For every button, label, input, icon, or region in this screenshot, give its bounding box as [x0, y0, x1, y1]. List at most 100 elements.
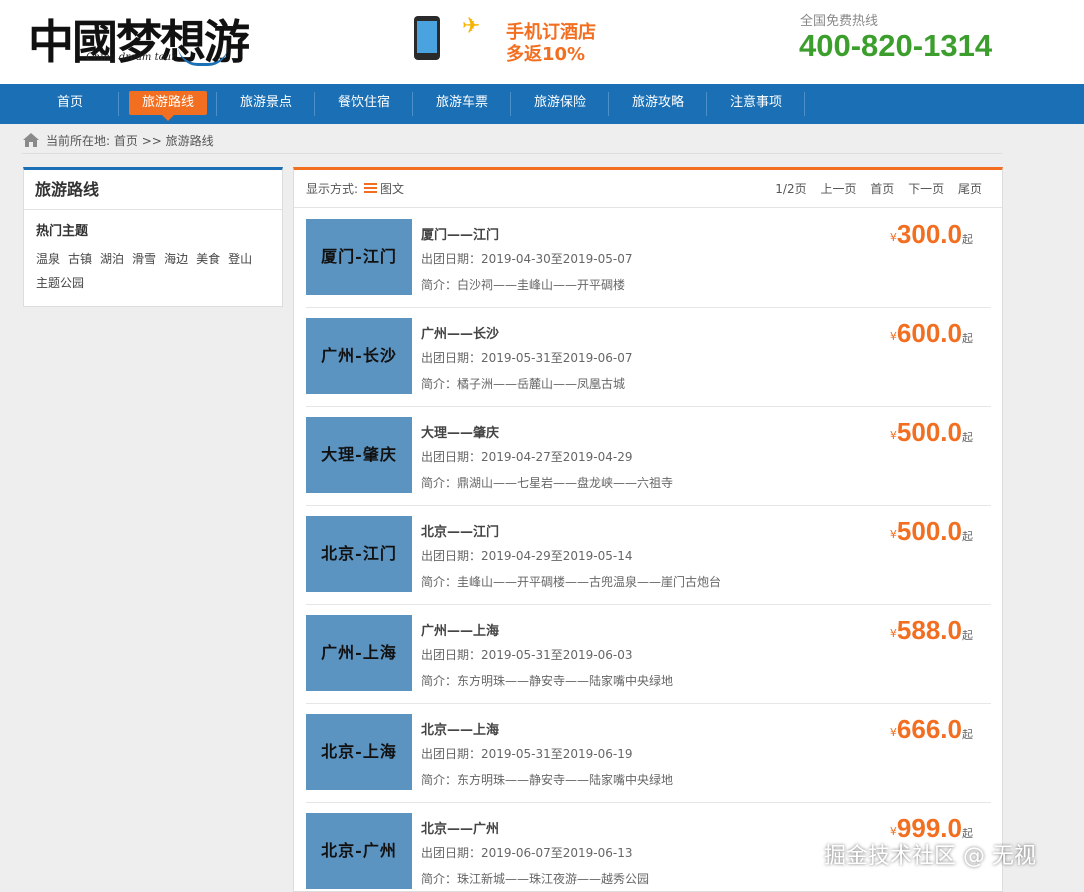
sidebar-title: 旅游路线 [24, 170, 282, 210]
route-intro: 简介：东方明珠——静安寺——陆家嘴中央绿地 [421, 674, 674, 688]
route-thumbnail[interactable]: 北京-上海 [306, 714, 412, 790]
route-departure-dates: 出团日期：2019-04-27至2019-04-29 [421, 450, 633, 464]
route-thumbnail[interactable]: 北京-广州 [306, 813, 412, 889]
logo-subtitle: China dream tour [86, 52, 176, 63]
route-intro: 简介：橘子洲——岳麓山——凤凰古城 [421, 377, 626, 391]
route-list-item[interactable]: 广州-长沙 广州——长沙出团日期：2019-05-31至2019-06-07 简介：… [306, 308, 991, 407]
route-price: ¥500.0起 [890, 516, 973, 547]
route-price: ¥500.0起 [890, 417, 973, 448]
currency-symbol: ¥ [889, 330, 897, 343]
nav-item-label: 旅游车票 [435, 95, 488, 110]
route-thumbnail[interactable]: 厦门-江门 [306, 219, 412, 295]
prev-page-link[interactable]: 上一页 [820, 182, 856, 196]
route-list-item[interactable]: 大理-肇庆 大理——肇庆出团日期：2019-04-27至2019-04-29 简介：… [306, 407, 991, 506]
nav-separator [804, 92, 805, 116]
route-thumbnail[interactable]: 广州-长沙 [306, 318, 412, 394]
paper-plane-icon: ✈ [462, 14, 481, 39]
route-title-link[interactable]: 北京——江门 [421, 521, 499, 540]
price-from-suffix: 起 [962, 332, 973, 345]
nav-item-4[interactable]: 旅游车票 [413, 84, 511, 124]
breadcrumb-home-link[interactable]: 首页 [114, 134, 138, 148]
theme-tag[interactable]: 古镇 [68, 247, 92, 271]
price-amount: 300.0 [896, 219, 962, 249]
route-title-link[interactable]: 北京——广州 [421, 818, 499, 837]
nav-item-label: 注意事项 [729, 95, 782, 110]
route-thumbnail[interactable]: 广州-上海 [306, 615, 412, 691]
route-intro: 简介：白沙祠——圭峰山——开平碉楼 [421, 278, 626, 292]
route-departure-dates: 出团日期：2019-05-31至2019-06-03 [421, 648, 633, 662]
route-departure-dates: 出团日期：2019-05-31至2019-06-07 [421, 351, 633, 365]
breadcrumb-current: 旅游路线 [165, 134, 214, 148]
nav-item-0[interactable]: 首页 [21, 84, 119, 124]
theme-tag[interactable]: 主题公园 [36, 271, 84, 295]
nav-item-5[interactable]: 旅游保险 [511, 84, 609, 124]
route-thumbnail[interactable]: 北京-江门 [306, 516, 412, 592]
hotline-label: 全国免费热线 [800, 14, 879, 29]
price-amount: 666.0 [896, 714, 962, 744]
currency-symbol: ¥ [889, 231, 897, 244]
route-departure-dates: 出团日期：2019-06-07至2019-06-13 [421, 846, 633, 860]
theme-tag[interactable]: 海边 [164, 247, 188, 271]
breadcrumb: 当前所在地: 首页 >> 旅游路线 [22, 128, 1002, 154]
nav-item-2[interactable]: 旅游景点 [217, 84, 315, 124]
price-from-suffix: 起 [962, 728, 973, 741]
route-list-item[interactable]: 北京-江门 北京——江门 出团日期：2019-04-29至2019-05-14 简介：… [306, 506, 991, 605]
route-thumbnail[interactable]: 大理-肇庆 [306, 417, 412, 493]
price-amount: 600.0 [896, 318, 962, 348]
route-title-link[interactable]: 广州——上海 [421, 620, 499, 639]
first-page-link[interactable]: 首页 [870, 182, 894, 196]
nav-item-label: 旅游景点 [239, 95, 292, 110]
theme-tag-list: 温泉 古镇 湖泊 滑雪 海边 美食 登山主题公园 [24, 239, 282, 295]
theme-tag[interactable]: 美食 [196, 247, 220, 271]
nav-item-6[interactable]: 旅游攻略 [609, 84, 707, 124]
nav-item-label: 餐饮住宿 [337, 95, 390, 110]
page-info: 1/2页 [775, 182, 807, 196]
currency-symbol: ¥ [889, 627, 897, 640]
site-header: 中國梦想游 China dream tour ✈ 手机订酒店 多返10% 全国免… [0, 0, 1084, 84]
route-list-item[interactable]: 厦门-江门 厦门——江门出团日期：2019-04-30至2019-05-07 简介：… [306, 209, 991, 308]
route-title-link[interactable]: 北京——上海 [421, 719, 499, 738]
site-logo[interactable]: 中國梦想游 China dream tour [28, 6, 250, 70]
currency-symbol: ¥ [889, 726, 897, 739]
theme-tag[interactable]: 登山 [228, 247, 252, 271]
route-list-item[interactable]: 广州-上海 广州——上海出团日期：2019-05-31至2019-06-03 简介：… [306, 605, 991, 704]
route-title-link[interactable]: 厦门——江门 [421, 224, 499, 243]
breadcrumb-prefix: 当前所在地: [46, 134, 111, 148]
next-page-link[interactable]: 下一页 [908, 182, 944, 196]
route-departure-dates: 出团日期：2019-05-31至2019-06-19 [421, 747, 633, 761]
price-from-suffix: 起 [962, 629, 973, 642]
currency-symbol: ¥ [889, 528, 897, 541]
nav-item-1[interactable]: 旅游路线 [119, 84, 217, 124]
main-nav: 首页 旅游路线 旅游景点 餐饮住宿 旅游车票 旅游保险 旅游攻略 注意事项 [0, 84, 1084, 124]
last-page-link[interactable]: 尾页 [958, 182, 982, 196]
nav-item-3[interactable]: 餐饮住宿 [315, 84, 413, 124]
route-title-link[interactable]: 大理——肇庆 [421, 422, 499, 441]
route-departure-dates: 出团日期：2019-04-30至2019-05-07 [421, 252, 633, 266]
list-view-icon[interactable] [364, 183, 378, 194]
pagination: 1/2页 上一页 首页 下一页 尾页 [765, 170, 982, 208]
promo-subline: 多返10% [506, 44, 586, 65]
route-title-link[interactable]: 广州——长沙 [421, 323, 499, 342]
route-price: ¥300.0起 [890, 219, 973, 250]
hotel-promo-banner[interactable]: ✈ 手机订酒店 多返10% [414, 14, 614, 68]
route-intro: 简介：东方明珠——静安寺——陆家嘴中央绿地 [421, 773, 674, 787]
hotline-number: 400-820-1314 [799, 28, 993, 63]
theme-tag[interactable]: 湖泊 [100, 247, 124, 271]
route-intro: 简介：鼎湖山——七星岩——盘龙峡——六祖寺 [421, 476, 674, 490]
list-toolbar: 显示方式: 图文 1/2页 上一页 首页 下一页 尾页 [294, 170, 1002, 208]
sidebar: 旅游路线 热门主题 温泉 古镇 湖泊 滑雪 海边 美食 登山主题公园 [23, 167, 283, 307]
nav-item-label: 首页 [56, 95, 83, 110]
theme-tag[interactable]: 温泉 [36, 247, 60, 271]
nav-item-label: 旅游路线 [128, 91, 207, 121]
theme-tag[interactable]: 滑雪 [132, 247, 156, 271]
currency-symbol: ¥ [889, 825, 897, 838]
view-mode-text[interactable]: 图文 [380, 182, 404, 196]
price-from-suffix: 起 [962, 530, 973, 543]
nav-item-7[interactable]: 注意事项 [707, 84, 805, 124]
display-mode-label: 显示方式: [306, 182, 359, 196]
route-price: ¥600.0起 [890, 318, 973, 349]
currency-symbol: ¥ [889, 429, 897, 442]
nav-item-label: 旅游攻略 [631, 95, 684, 110]
route-departure-dates: 出团日期：2019-04-29至2019-05-14 [421, 549, 633, 563]
route-list-item[interactable]: 北京-上海 北京——上海出团日期：2019-05-31至2019-06-19 简介：… [306, 704, 991, 803]
